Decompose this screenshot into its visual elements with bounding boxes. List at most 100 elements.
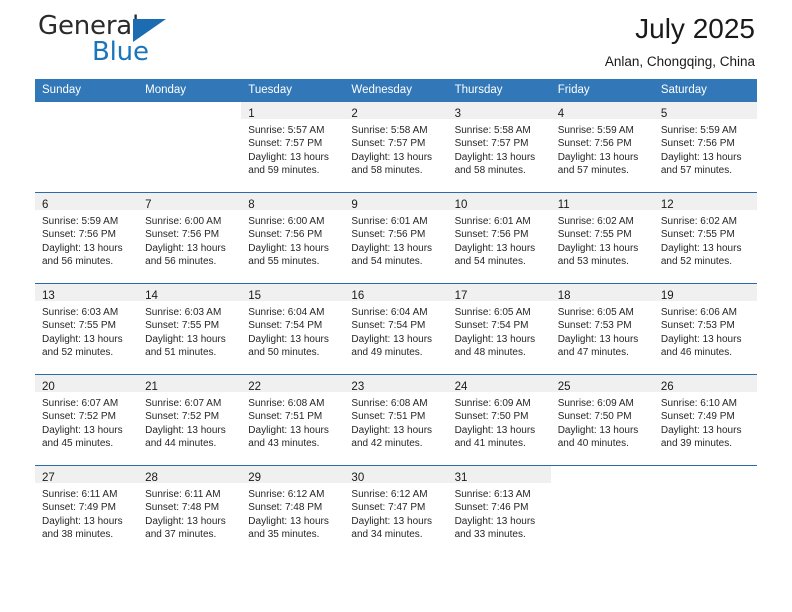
calendar-day-cell[interactable]: 31 Sunrise: 6:13 AM Sunset: 7:46 PM Dayligh… bbox=[447, 465, 551, 556]
sunrise-time: Sunrise: 6:02 AM bbox=[660, 216, 737, 227]
calendar-day-cell[interactable]: 12 Sunrise: 6:02 AM Sunset: 7:55 PM Dayligh… bbox=[653, 192, 757, 284]
sunset-time: Sunset: 7:47 PM bbox=[351, 502, 426, 514]
daylight-duration-line2: and 33 minutes. bbox=[454, 529, 526, 541]
weekday-header-saturday: Saturday bbox=[653, 79, 757, 102]
daylight-duration-line1: Daylight: 13 hours bbox=[42, 515, 123, 527]
day-number: 31 bbox=[454, 472, 468, 484]
daylight-duration-line1: Daylight: 13 hours bbox=[42, 333, 123, 345]
daylight-duration-line2: and 40 minutes. bbox=[557, 438, 629, 450]
daylight-duration-line1: Daylight: 13 hours bbox=[557, 424, 639, 436]
calendar-day-cell[interactable]: 11 Sunrise: 6:02 AM Sunset: 7:55 PM Dayligh… bbox=[550, 192, 654, 284]
calendar-day-cell[interactable]: 27 Sunrise: 6:11 AM Sunset: 7:49 PM Dayligh… bbox=[35, 465, 139, 556]
calendar-day-cell[interactable]: 18 Sunrise: 6:05 AM Sunset: 7:53 PM Dayligh… bbox=[550, 283, 654, 375]
day-cell-content: 11 Sunrise: 6:02 AM Sunset: 7:55 PM Dayligh… bbox=[550, 193, 654, 283]
calendar-day-cell[interactable]: 28 Sunrise: 6:11 AM Sunset: 7:48 PM Dayligh… bbox=[138, 465, 242, 556]
calendar-day-cell[interactable]: 13 Sunrise: 6:03 AM Sunset: 7:55 PM Dayligh… bbox=[35, 283, 139, 375]
calendar-day-cell[interactable]: 1 Sunrise: 5:57 AM Sunset: 7:57 PM Daylight… bbox=[241, 102, 345, 193]
calendar-day-cell[interactable]: 25 Sunrise: 6:09 AM Sunset: 7:50 PM Dayligh… bbox=[550, 374, 654, 466]
calendar-day-cell[interactable]: 16 Sunrise: 6:04 AM Sunset: 7:54 PM Dayligh… bbox=[344, 283, 448, 375]
day-details: Sunrise: 6:08 AM Sunset: 7:51 PM Daylight:… bbox=[241, 392, 344, 451]
day-details: Sunrise: 6:05 AM Sunset: 7:54 PM Daylight:… bbox=[448, 301, 551, 360]
sunrise-time: Sunrise: 5:57 AM bbox=[248, 125, 325, 136]
sunset-time: Sunset: 7:50 PM bbox=[557, 411, 632, 423]
sunrise-time: Sunrise: 6:09 AM bbox=[454, 398, 531, 409]
day-number-band: 19 bbox=[653, 284, 757, 302]
weekday-header-sunday: Sunday bbox=[35, 79, 139, 102]
calendar-day-cell[interactable]: 7 Sunrise: 6:00 AM Sunset: 7:56 PM Daylight… bbox=[138, 192, 242, 284]
general-blue-logo[interactable]: General Blue bbox=[38, 11, 238, 69]
day-details: Sunrise: 6:01 AM Sunset: 7:56 PM Daylight:… bbox=[344, 210, 447, 269]
sunset-time: Sunset: 7:53 PM bbox=[557, 320, 632, 332]
day-cell-content: 23 Sunrise: 6:08 AM Sunset: 7:51 PM Dayligh… bbox=[344, 375, 448, 465]
sunset-time: Sunset: 7:56 PM bbox=[145, 229, 220, 241]
weekday-header-monday: Monday bbox=[138, 79, 242, 102]
calendar-day-cell[interactable]: 15 Sunrise: 6:04 AM Sunset: 7:54 PM Dayligh… bbox=[241, 283, 345, 375]
daylight-duration-line2: and 45 minutes. bbox=[42, 438, 114, 450]
day-details: Sunrise: 6:03 AM Sunset: 7:55 PM Daylight:… bbox=[35, 301, 138, 360]
calendar-day-cell[interactable]: 4 Sunrise: 5:59 AM Sunset: 7:56 PM Daylight… bbox=[550, 102, 654, 193]
sunrise-time: Sunrise: 6:09 AM bbox=[557, 398, 634, 409]
daylight-duration-line2: and 56 minutes. bbox=[42, 256, 114, 268]
day-cell-content: 20 Sunrise: 6:07 AM Sunset: 7:52 PM Dayligh… bbox=[35, 375, 139, 465]
calendar-day-cell[interactable]: 30 Sunrise: 6:12 AM Sunset: 7:47 PM Dayligh… bbox=[344, 465, 448, 556]
daylight-duration-line1: Daylight: 13 hours bbox=[145, 515, 226, 527]
daylight-duration-line1: Daylight: 13 hours bbox=[145, 424, 226, 436]
day-number-band: 6 bbox=[35, 193, 139, 211]
calendar-day-cell[interactable]: 8 Sunrise: 6:00 AM Sunset: 7:56 PM Daylight… bbox=[241, 192, 345, 284]
day-details: Sunrise: 6:12 AM Sunset: 7:48 PM Daylight:… bbox=[241, 483, 344, 542]
calendar-day-cell[interactable]: 14 Sunrise: 6:03 AM Sunset: 7:55 PM Dayligh… bbox=[138, 283, 242, 375]
sunset-time: Sunset: 7:56 PM bbox=[660, 138, 735, 150]
sunrise-time: Sunrise: 6:04 AM bbox=[248, 307, 325, 318]
calendar-day-cell[interactable]: 5 Sunrise: 5:59 AM Sunset: 7:56 PM Daylight… bbox=[653, 102, 757, 193]
day-number: 12 bbox=[660, 199, 674, 211]
daylight-duration-line2: and 57 minutes. bbox=[557, 165, 629, 177]
calendar-day-cell[interactable]: 10 Sunrise: 6:01 AM Sunset: 7:56 PM Dayligh… bbox=[447, 192, 551, 284]
day-details: Sunrise: 5:57 AM Sunset: 7:57 PM Daylight:… bbox=[241, 119, 344, 178]
daylight-duration-line2: and 58 minutes. bbox=[454, 165, 526, 177]
daylight-duration-line2: and 54 minutes. bbox=[454, 256, 526, 268]
day-cell-content: 8 Sunrise: 6:00 AM Sunset: 7:56 PM Daylight… bbox=[241, 193, 345, 283]
day-cell-content: 5 Sunrise: 5:59 AM Sunset: 7:56 PM Daylight… bbox=[653, 102, 757, 192]
calendar-day-cell[interactable]: 24 Sunrise: 6:09 AM Sunset: 7:50 PM Dayligh… bbox=[447, 374, 551, 466]
daylight-duration-line2: and 55 minutes. bbox=[248, 256, 320, 268]
day-number-band: 27 bbox=[35, 466, 139, 484]
day-number: 3 bbox=[454, 108, 461, 120]
sunrise-time: Sunrise: 6:03 AM bbox=[145, 307, 222, 318]
day-number-band: 11 bbox=[550, 193, 654, 211]
day-details: Sunrise: 6:06 AM Sunset: 7:53 PM Daylight:… bbox=[654, 301, 757, 360]
calendar-day-cell[interactable]: 26 Sunrise: 6:10 AM Sunset: 7:49 PM Dayligh… bbox=[653, 374, 757, 466]
sunset-time: Sunset: 7:49 PM bbox=[660, 411, 735, 423]
calendar-day-cell[interactable]: 29 Sunrise: 6:12 AM Sunset: 7:48 PM Dayligh… bbox=[241, 465, 345, 556]
calendar-day-cell[interactable]: 21 Sunrise: 6:07 AM Sunset: 7:52 PM Dayligh… bbox=[138, 374, 242, 466]
daylight-duration-line1: Daylight: 13 hours bbox=[248, 515, 329, 527]
calendar-day-cell[interactable]: 9 Sunrise: 6:01 AM Sunset: 7:56 PM Daylight… bbox=[344, 192, 448, 284]
sunset-time: Sunset: 7:52 PM bbox=[145, 411, 220, 423]
empty-day-placeholder bbox=[138, 102, 241, 192]
day-cell-content: 1 Sunrise: 5:57 AM Sunset: 7:57 PM Daylight… bbox=[241, 102, 345, 192]
calendar-day-cell[interactable]: 22 Sunrise: 6:08 AM Sunset: 7:51 PM Dayligh… bbox=[241, 374, 345, 466]
calendar-day-cell[interactable]: 23 Sunrise: 6:08 AM Sunset: 7:51 PM Dayligh… bbox=[344, 374, 448, 466]
day-cell-content: 7 Sunrise: 6:00 AM Sunset: 7:56 PM Daylight… bbox=[138, 193, 242, 283]
day-number-band: 7 bbox=[138, 193, 242, 211]
calendar-day-cell[interactable]: 2 Sunrise: 5:58 AM Sunset: 7:57 PM Daylight… bbox=[344, 102, 448, 193]
day-number: 17 bbox=[454, 290, 468, 302]
daylight-duration-line1: Daylight: 13 hours bbox=[42, 242, 123, 254]
sunrise-time: Sunrise: 6:04 AM bbox=[351, 307, 428, 318]
sunrise-time: Sunrise: 6:05 AM bbox=[557, 307, 634, 318]
calendar-day-cell[interactable]: 3 Sunrise: 5:58 AM Sunset: 7:57 PM Daylight… bbox=[447, 102, 551, 193]
sunset-time: Sunset: 7:55 PM bbox=[557, 229, 632, 241]
day-cell-content: 28 Sunrise: 6:11 AM Sunset: 7:48 PM Dayligh… bbox=[138, 466, 242, 556]
calendar-day-cell[interactable]: 19 Sunrise: 6:06 AM Sunset: 7:53 PM Dayligh… bbox=[653, 283, 757, 375]
sunset-time: Sunset: 7:57 PM bbox=[248, 138, 323, 150]
calendar-day-cell[interactable]: 17 Sunrise: 6:05 AM Sunset: 7:54 PM Dayligh… bbox=[447, 283, 551, 375]
daylight-duration-line2: and 47 minutes. bbox=[557, 347, 629, 359]
calendar-week-row: 6 Sunrise: 5:59 AM Sunset: 7:56 PM Daylight… bbox=[35, 192, 757, 284]
calendar-day-cell[interactable]: 20 Sunrise: 6:07 AM Sunset: 7:52 PM Dayligh… bbox=[35, 374, 139, 466]
day-number: 26 bbox=[660, 381, 674, 393]
day-cell-content: 19 Sunrise: 6:06 AM Sunset: 7:53 PM Dayligh… bbox=[653, 284, 757, 374]
day-cell-content: 17 Sunrise: 6:05 AM Sunset: 7:54 PM Dayligh… bbox=[447, 284, 551, 374]
sunrise-sunset-calendar: Sunday Monday Tuesday Wednesday Thursday… bbox=[35, 79, 757, 556]
calendar-day-cell[interactable]: 6 Sunrise: 5:59 AM Sunset: 7:56 PM Daylight… bbox=[35, 192, 139, 284]
day-number: 20 bbox=[42, 381, 55, 393]
daylight-duration-line1: Daylight: 13 hours bbox=[248, 333, 329, 345]
